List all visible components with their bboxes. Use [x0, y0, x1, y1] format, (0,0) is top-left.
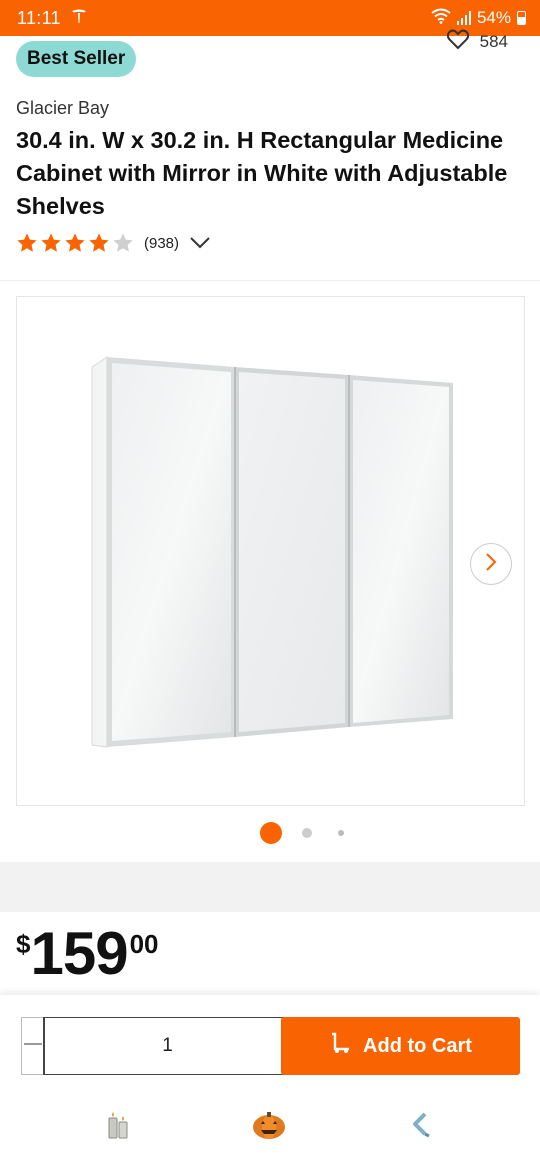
favorite-count: 584: [479, 31, 508, 51]
review-count: (938): [144, 234, 180, 252]
product-brand[interactable]: Glacier Bay: [16, 98, 109, 119]
next-image-button[interactable]: [470, 543, 512, 585]
chevron-right-icon: [484, 552, 498, 577]
hand-truck-icon: [329, 1032, 351, 1060]
tesla-logo-icon: [71, 8, 87, 29]
quantity-input[interactable]: [43, 1017, 292, 1075]
battery-icon: [517, 11, 526, 25]
add-to-cart-button[interactable]: Add to Cart: [281, 1017, 520, 1075]
divider: [0, 280, 540, 281]
pagination-dot[interactable]: [302, 828, 312, 838]
status-time: 11:11: [17, 7, 61, 28]
nav-halloween[interactable]: [252, 1110, 286, 1144]
nav-hardware[interactable]: [404, 1110, 438, 1144]
quantity-stepper: [21, 1017, 313, 1075]
battery-percent: 54%: [476, 8, 511, 27]
add-to-cart-label: Add to Cart: [363, 1034, 472, 1057]
nav-candles[interactable]: [101, 1110, 135, 1144]
star-filled-icon: [17, 233, 37, 252]
star-filled-icon: [41, 233, 61, 252]
rating-summary[interactable]: (938): [16, 232, 211, 254]
favorite-button[interactable]: 584: [446, 28, 508, 55]
price-currency: $: [16, 929, 31, 959]
product-page: 11:11 54% Best Seller 584 Glacier Bay 30…: [0, 0, 540, 1158]
pumpkin-icon: [251, 1109, 287, 1146]
star-filled-icon: [89, 233, 109, 252]
pagination-dot-active[interactable]: [260, 822, 282, 844]
add-to-cart-bar: Add to Cart: [0, 995, 540, 1090]
gallery-pagination[interactable]: [260, 822, 344, 844]
bracket-hook-icon: [409, 1111, 433, 1144]
star-filled-icon: [65, 233, 85, 252]
section-divider-band: [0, 862, 540, 912]
status-indicators: 54%: [431, 8, 526, 29]
medicine-cabinet-mirror-image: [91, 356, 453, 748]
star-empty-icon: [113, 233, 133, 252]
product-price: $ 159 00: [16, 923, 159, 985]
product-image-gallery[interactable]: [16, 296, 525, 806]
pagination-dot[interactable]: [338, 830, 344, 836]
star-rating: [16, 232, 134, 254]
minus-icon: [22, 1033, 44, 1060]
bottom-navigation: [0, 1090, 540, 1158]
best-seller-badge: Best Seller: [16, 41, 137, 77]
wifi-icon: [431, 8, 451, 29]
heart-outline-icon: [446, 28, 470, 55]
chevron-down-icon[interactable]: [189, 236, 211, 250]
decrement-button[interactable]: [22, 1018, 44, 1074]
candles-icon: [105, 1110, 131, 1145]
signal-icon: [456, 11, 471, 25]
product-title: 30.4 in. W x 30.2 in. H Rectangular Medi…: [16, 127, 508, 219]
price-cents: 00: [129, 929, 159, 959]
price-dollars: 159: [30, 920, 128, 987]
